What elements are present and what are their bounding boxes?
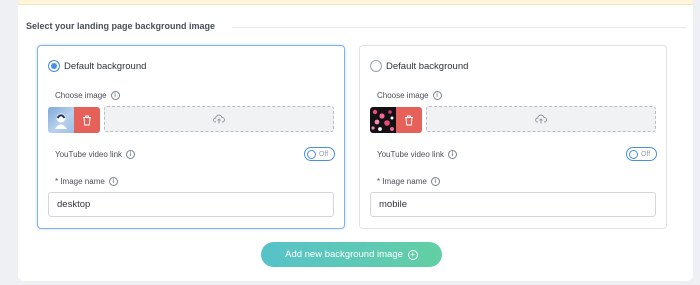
delete-image-button[interactable] (396, 107, 422, 133)
toggle-knob (307, 149, 316, 159)
image-upload-dropzone[interactable] (426, 106, 656, 132)
cloud-upload-icon (213, 114, 225, 124)
info-icon[interactable]: i (430, 177, 440, 186)
image-name-label: * Image name i (377, 177, 440, 186)
radio-label: Default background (64, 60, 147, 72)
youtube-link-text: YouTube video link (377, 150, 445, 159)
image-name-text: * Image name (55, 177, 105, 186)
image-name-label: * Image name i (55, 177, 118, 186)
add-button-label: Add new background image (285, 249, 403, 260)
info-icon[interactable]: i (110, 91, 120, 100)
background-card-mobile[interactable]: Default background Choose image i YouTub… (359, 45, 667, 229)
youtube-link-label: YouTube video link i (377, 150, 458, 159)
radio-label: Default background (386, 60, 469, 72)
info-icon[interactable]: i (432, 91, 442, 100)
info-icon[interactable]: i (448, 150, 458, 159)
choose-image-text: Choose image (55, 91, 107, 100)
section-title: Select your landing page background imag… (26, 21, 216, 31)
image-name-input[interactable] (48, 192, 334, 217)
choose-image-label: Choose image i (377, 91, 442, 100)
choose-image-label: Choose image i (55, 91, 120, 100)
toggle-state-text: Off (641, 150, 651, 158)
youtube-link-text: YouTube video link (55, 150, 123, 159)
background-card-desktop[interactable]: Default background Choose image i YouTub… (37, 45, 345, 229)
trash-icon (405, 115, 413, 125)
person-icon (55, 113, 67, 129)
image-name-input[interactable] (370, 192, 656, 217)
delete-image-button[interactable] (74, 107, 100, 133)
default-background-option[interactable]: Default background (48, 60, 146, 72)
trash-icon (83, 115, 91, 125)
image-name-text: * Image name (377, 177, 427, 186)
toggle-knob (629, 149, 638, 159)
image-upload-dropzone[interactable] (104, 106, 334, 132)
section-divider (232, 27, 686, 28)
radio-button[interactable] (48, 60, 60, 72)
hearts-image-icon (371, 109, 394, 131)
cloud-upload-icon (535, 114, 547, 124)
youtube-toggle[interactable]: Off (626, 147, 657, 161)
info-icon[interactable]: i (126, 150, 136, 159)
default-background-option[interactable]: Default background (370, 60, 468, 72)
youtube-link-label: YouTube video link i (55, 150, 136, 159)
info-icon[interactable]: i (108, 177, 118, 186)
toggle-state-text: Off (319, 150, 329, 158)
youtube-toggle[interactable]: Off (304, 147, 335, 161)
plus-circle-icon: + (407, 249, 418, 260)
image-thumbnail[interactable] (370, 107, 396, 133)
image-thumbnail[interactable] (48, 107, 74, 133)
choose-image-text: Choose image (377, 91, 429, 100)
add-background-image-button[interactable]: Add new background image + (261, 242, 442, 267)
radio-button[interactable] (370, 60, 382, 72)
